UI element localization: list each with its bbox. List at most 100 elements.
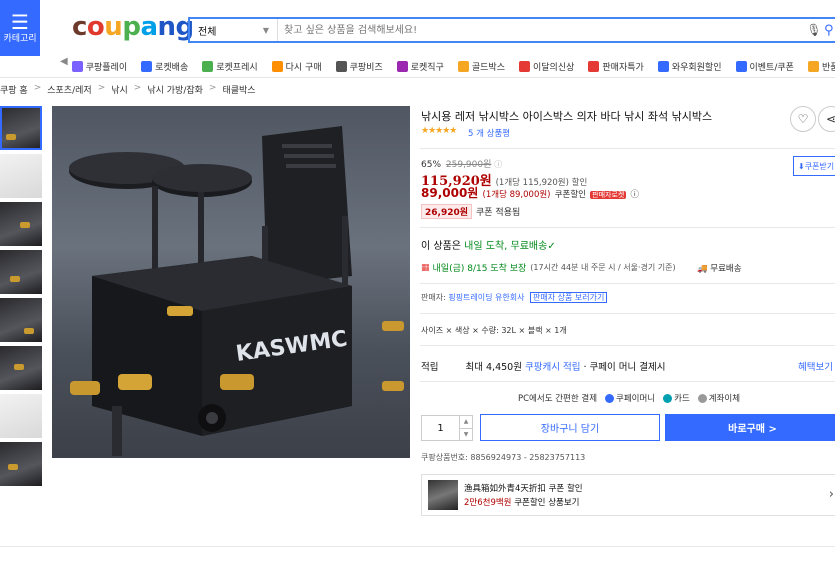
divider: [0, 546, 835, 547]
rating-stars: ★★★★★: [421, 126, 457, 136]
breadcrumb: 쿠팡 홈 > 스포츠/레저 > 낚시 > 낚시 가방/잡화 > 태클박스: [0, 83, 262, 96]
nav-icon: [141, 60, 153, 72]
divider: [420, 381, 835, 382]
thumbnail[interactable]: [0, 154, 42, 198]
nav-item[interactable]: 이달의신상: [519, 56, 574, 76]
coupon-download-button[interactable]: ⬇ 쿠폰받기: [793, 156, 835, 176]
payment-icon: [697, 393, 707, 403]
truck-icon: 🚚: [697, 264, 708, 274]
selected-options: 사이즈 × 색상 × 수량: 32L × 블랙 × 1개: [421, 326, 567, 335]
search-input[interactable]: [278, 19, 804, 41]
nav-item[interactable]: 판매자특가: [588, 56, 644, 76]
divider: [420, 227, 835, 228]
service-nav: ◀ 쿠팡플레이 로켓배송 로켓프레시 다시 구매 쿠팡비즈 로켓직구 골드박스 이달의신상 판매…: [60, 56, 835, 76]
product-illustration: KASWMC: [69, 126, 404, 456]
nav-item[interactable]: 쿠팡비즈: [335, 56, 383, 76]
nav-icon: [657, 60, 669, 72]
thumbnail[interactable]: [0, 394, 42, 438]
discount-line: 65% 259,900원 ⓘ: [421, 160, 503, 170]
chevron-left-icon[interactable]: ◀: [60, 56, 68, 76]
search-bar: 전체 ▼ 🎙 ⚲: [188, 17, 835, 43]
nav-item[interactable]: 반품마켓: [807, 56, 835, 76]
promo-thumbnail: [428, 480, 458, 510]
thumbnail-list: [0, 106, 42, 490]
breadcrumb-item[interactable]: 낚시: [111, 83, 128, 96]
breadcrumb-item[interactable]: 쿠팡 홈: [0, 83, 28, 96]
product-title: 낚시용 레저 낚시박스 아이스박스 의자 바다 낚시 좌석 낚시박스: [421, 110, 713, 123]
info-icon[interactable]: ⓘ: [631, 190, 640, 200]
benefit-link[interactable]: 혜택보기: [798, 359, 833, 373]
nav-item[interactable]: 로켓배송: [141, 56, 188, 76]
nav-icon: [335, 60, 347, 72]
payment-icon: [663, 393, 673, 403]
thumbnail[interactable]: [0, 298, 42, 342]
product-id: 쿠팡상품번호: 8856924973 - 25823757113: [421, 453, 586, 462]
breadcrumb-item[interactable]: 태클박스: [222, 83, 255, 96]
delivery-info: ▦ 내일(금) 8/15 도착 보장 (17시간 44분 내 주문 시 / 서울…: [421, 262, 676, 275]
buy-now-button[interactable]: 바로구매 >: [665, 414, 835, 441]
nav-icon: [71, 60, 83, 72]
add-to-cart-button[interactable]: 장바구니 담기: [480, 414, 660, 441]
payment-icon: [605, 393, 615, 403]
thumbnail[interactable]: [0, 346, 42, 390]
reward-info: 적립 최대 4,450원 쿠팡캐시 적립 · 쿠페이 머니 결제시: [421, 362, 666, 373]
divider: [420, 313, 835, 314]
increase-icon[interactable]: ▲: [460, 416, 472, 429]
breadcrumb-separator: >: [208, 83, 217, 93]
nav-item[interactable]: 쿠팡플레이: [71, 56, 127, 76]
coupon-promo-banner[interactable]: 渔具箱如外青4天折扣 쿠폰 할인 2만6천9백원 쿠폰할인 상품보기 ›: [421, 474, 835, 516]
arrival-message: 이 상품은 내일 도착, 무료배송✓: [421, 241, 556, 252]
breadcrumb-separator: >: [33, 83, 42, 93]
nav-item[interactable]: 골드박스: [457, 56, 505, 76]
quantity-value[interactable]: 1: [422, 416, 459, 440]
nav-item[interactable]: 로켓프레시: [202, 56, 258, 76]
thumbnail[interactable]: [0, 106, 42, 150]
seller-rocket-badge: 판매자로켓: [590, 191, 627, 199]
payment-method: 계좌이체: [708, 394, 741, 404]
nav-item[interactable]: 와우회원할인: [657, 56, 722, 76]
review-count-link[interactable]: 5 개 상품평: [468, 127, 510, 139]
share-icon[interactable]: ⋖: [818, 106, 835, 132]
menu-icon: ☰: [11, 9, 29, 34]
breadcrumb-separator: >: [133, 83, 142, 93]
search-icon[interactable]: ⚲: [824, 23, 835, 38]
breadcrumb-item[interactable]: 스포츠/레저: [47, 83, 91, 96]
nav-icon: [271, 60, 283, 72]
nav-icon: [735, 60, 747, 72]
nav-item[interactable]: 이벤트/쿠폰: [735, 56, 794, 76]
breadcrumb-separator: >: [97, 83, 106, 93]
heart-icon[interactable]: ♡: [790, 106, 816, 132]
nav-icon: [396, 60, 408, 72]
nav-icon: [457, 60, 469, 72]
info-icon[interactable]: ⓘ: [494, 160, 502, 169]
category-menu-button[interactable]: ☰ 카테고리: [0, 0, 40, 56]
chevron-down-icon: ▼: [262, 25, 269, 35]
payment-method: 쿠페이머니: [616, 394, 656, 404]
seller-info: 판매자: 핑핑트레이딩 유한회사 판매자 상품 보러가기: [421, 292, 608, 303]
nav-item[interactable]: 로켓직구: [396, 56, 444, 76]
thumbnail[interactable]: [0, 202, 42, 246]
search-category-select[interactable]: 전체 ▼: [190, 19, 278, 41]
breadcrumb-item[interactable]: 낚시 가방/잡화: [147, 83, 203, 96]
coupon-price: 89,000원 (1개당 89,000원) 쿠폰할인 판매자로켓 ⓘ: [421, 186, 640, 200]
coupon-applied: 26,920원 쿠폰 적용됨: [421, 204, 520, 219]
divider: [420, 148, 835, 149]
category-label: 카테고리: [3, 33, 37, 44]
thumbnail[interactable]: [0, 250, 42, 294]
seller-name-link[interactable]: 핑핑트레이딩 유한회사: [448, 293, 524, 302]
seller-products-button[interactable]: 판매자 상품 보러가기: [530, 292, 608, 303]
delivery-type: 🚚 무료배송: [697, 264, 742, 274]
check-icon: ✓: [547, 241, 556, 252]
nav-item[interactable]: 다시 구매: [271, 56, 322, 76]
coupang-logo[interactable]: coupang: [72, 12, 194, 42]
calendar-icon: ▦: [421, 262, 430, 273]
nav-icon: [202, 60, 214, 72]
product-main-image[interactable]: KASWMC: [52, 106, 410, 458]
divider: [420, 345, 835, 346]
microphone-icon[interactable]: 🎙: [804, 23, 824, 37]
thumbnail[interactable]: [0, 442, 42, 486]
quantity-stepper[interactable]: 1 ▲ ▼: [421, 415, 473, 441]
chevron-right-icon: ›: [828, 487, 834, 502]
decrease-icon[interactable]: ▼: [460, 429, 472, 441]
divider: [420, 283, 835, 284]
